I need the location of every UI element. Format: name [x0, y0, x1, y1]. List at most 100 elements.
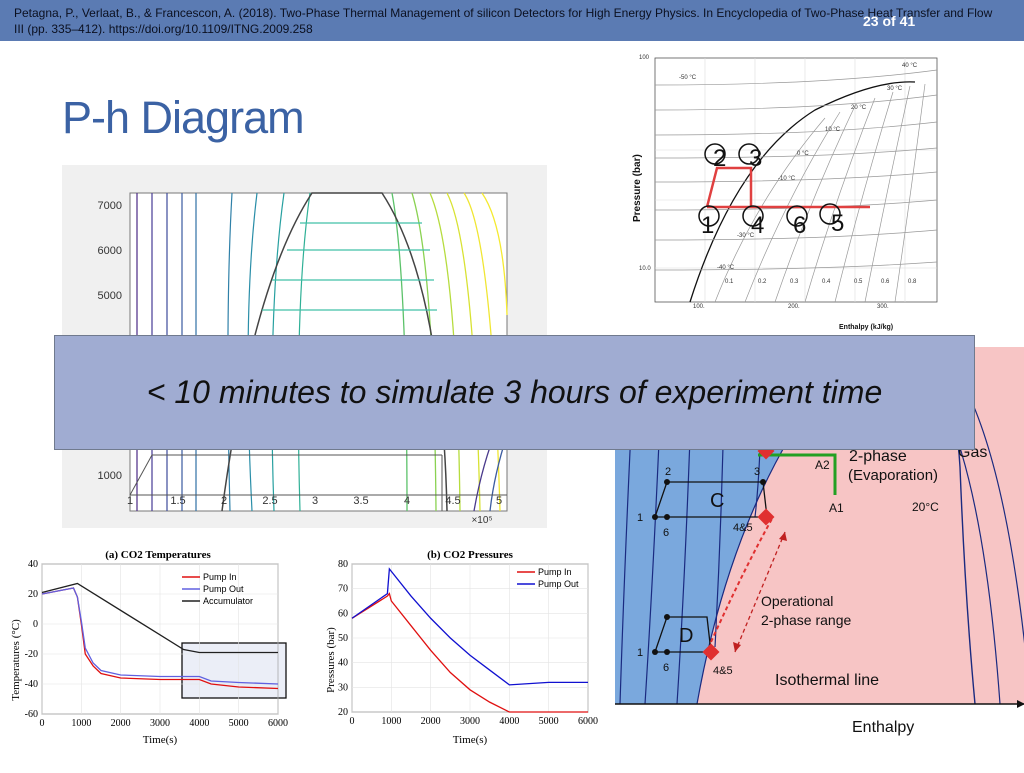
x-tick: 1.5 [170, 495, 185, 507]
quality-label: 0.3 [790, 279, 799, 285]
x-tick-label: 6000 [268, 718, 288, 729]
isotherm-label: 20 °C [851, 105, 867, 111]
isotherm-label: -50 °C [679, 75, 697, 81]
legend-pump-in: Pump In [538, 567, 572, 577]
x-tick: 1 [127, 495, 133, 507]
x-tick-label: 5000 [539, 716, 559, 727]
x-tick-label: 2000 [421, 716, 441, 727]
x-axis-label: Time(s) [143, 734, 178, 746]
quality-label: 0.5 [854, 279, 863, 285]
y-tick: 1000 [98, 470, 122, 482]
two-phase-label: 2-phase [849, 448, 907, 465]
point-2-label: 2 [665, 466, 671, 478]
temp-label: 20°C [912, 500, 939, 514]
y-tick-label: 50 [338, 633, 348, 644]
point-label-2: 2 [713, 145, 726, 172]
point-3-label: 3 [754, 466, 760, 478]
ph-diagram: 40 °C 30 °C 20 °C 10 °C 0 °C -10 °C -30 … [632, 55, 938, 331]
a2-label: A2 [815, 458, 830, 472]
chart-title: (a) CO2 Temperatures [105, 549, 211, 561]
x-tick: 4.5 [445, 495, 460, 507]
y-tick-label: 30 [338, 682, 348, 693]
y-tick: 10.0 [639, 266, 651, 272]
banner-text: < 10 minutes to simulate 3 hours of expe… [146, 374, 883, 410]
x-tick: 2 [221, 495, 227, 507]
y-tick-label: -20 [25, 649, 38, 660]
point-6-c-label: 6 [663, 527, 669, 539]
point-1-d-label: 1 [637, 647, 643, 659]
y-tick-label: -60 [25, 709, 38, 720]
point-label-4: 4 [751, 212, 764, 239]
quality-label: 0.1 [725, 279, 734, 285]
y-axis-label: Pressures (bar) [325, 627, 337, 693]
zoom-box [181, 642, 287, 699]
y-tick-label: 20 [338, 707, 348, 718]
isotherm-label: 0 °C [797, 151, 809, 157]
x-tick: 3 [312, 495, 318, 507]
cycle-c-label: C [710, 490, 724, 512]
ph-diagram-panel: 40 °C 30 °C 20 °C 10 °C 0 °C -10 °C -30 … [625, 50, 945, 335]
x-tick: 3.5 [353, 495, 368, 507]
x-tick: 200. [788, 304, 800, 310]
x-tick: 300. [877, 304, 889, 310]
isotherm-label: 40 °C [902, 63, 918, 69]
chart-title: (b) CO2 Pressures [427, 549, 513, 561]
y-tick-label: -40 [25, 679, 38, 690]
x-tick-label: 2000 [111, 718, 131, 729]
legend-pump-in: Pump In [203, 572, 237, 582]
x-tick-label: 1000 [71, 718, 91, 729]
y-tick: 7000 [98, 200, 122, 212]
y-tick-label: 20 [28, 589, 38, 600]
x-tick: 5 [496, 495, 502, 507]
quality-label: 0.6 [881, 279, 890, 285]
legend-accumulator: Accumulator [203, 596, 253, 606]
x-tick: 100. [693, 304, 705, 310]
slide-title: P-h Diagram [62, 92, 305, 143]
y-tick-label: 40 [338, 658, 348, 669]
legend-pump-out: Pump Out [203, 584, 244, 594]
evaporation-label: (Evaporation) [848, 467, 938, 484]
x-tick-label: 1000 [381, 716, 401, 727]
temperature-chart-panel: (a) CO2 Temperatures Time(s) Temperature… [0, 540, 300, 768]
point-label-6: 6 [793, 212, 806, 239]
range-label: 2-phase range [761, 612, 852, 628]
summary-banner: < 10 minutes to simulate 3 hours of expe… [54, 335, 975, 450]
y-axis-label: Temperatures (°C) [10, 619, 22, 701]
y-tick-label: 40 [28, 559, 38, 570]
operational-label: Operational [761, 593, 833, 609]
isotherm-label: 30 °C [887, 86, 903, 92]
point-label-5: 5 [831, 210, 844, 237]
quality-label: 0.4 [822, 279, 831, 285]
x-tick-label: 0 [350, 716, 355, 727]
y-tick-label: 70 [338, 584, 348, 595]
isothermal-label: Isothermal line [775, 672, 879, 689]
a1-label: A1 [829, 501, 844, 515]
legend-pump-out: Pump Out [538, 579, 579, 589]
temperature-chart: (a) CO2 Temperatures Time(s) Temperature… [10, 549, 288, 746]
y-tick-label: 0 [33, 619, 38, 630]
citation-header-bar: Petagna, P., Verlaat, B., & Francescon, … [0, 0, 1024, 41]
pressure-chart: (b) CO2 Pressures Time(s) Pressures (bar… [325, 549, 598, 746]
quality-label: 0.2 [758, 279, 767, 285]
x-exponent: ×10⁵ [471, 515, 492, 526]
x-tick-label: 3000 [150, 718, 170, 729]
y-axis-label: Pressure (bar) [632, 154, 643, 222]
enthalpy-label: Enthalpy [852, 719, 914, 736]
cycle-d-label: D [679, 625, 693, 647]
y-tick-label: 80 [338, 559, 348, 570]
x-tick-label: 0 [40, 718, 45, 729]
x-axis-label: Enthalpy (kJ/kg) [839, 324, 893, 331]
point-1-c-label: 1 [637, 512, 643, 524]
point-45-d-label: 4&5 [713, 665, 733, 677]
y-tick-label: 60 [338, 608, 348, 619]
isotherm-label: 10 °C [825, 127, 841, 133]
point-label-1: 1 [701, 212, 714, 239]
x-tick-label: 5000 [229, 718, 249, 729]
y-tick: 5000 [98, 290, 122, 302]
pressure-chart-panel: (b) CO2 Pressures Time(s) Pressures (bar… [312, 540, 612, 768]
citation-text: Petagna, P., Verlaat, B., & Francescon, … [14, 6, 993, 36]
x-tick: 4 [404, 495, 410, 507]
point-label-3: 3 [749, 145, 762, 172]
y-tick: 100 [639, 55, 650, 61]
page-number: 23 of 41 [863, 13, 916, 29]
